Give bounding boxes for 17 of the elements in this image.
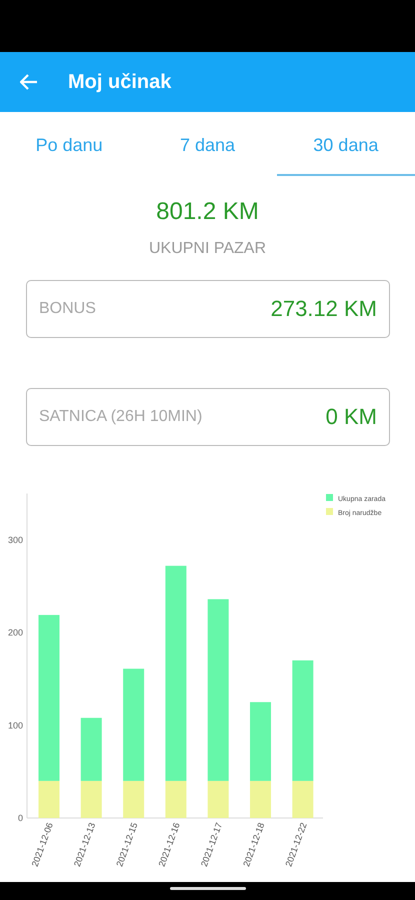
- tab[interactable]: Po danu: [0, 112, 138, 176]
- legend-swatch: [326, 494, 333, 501]
- screen-title: Moj učinak: [68, 70, 172, 94]
- y-tick-label: 200: [8, 628, 23, 638]
- card-label: BONUS: [39, 300, 96, 318]
- back-icon[interactable]: [20, 74, 38, 90]
- y-tick-label: 100: [8, 720, 23, 730]
- card-label: SATNICA (26H 10MIN): [39, 408, 202, 426]
- card-value: 0 KM: [326, 404, 377, 430]
- card-value: 273.12 KM: [270, 296, 377, 322]
- tab[interactable]: 30 dana: [276, 112, 415, 176]
- y-tick-label: 300: [8, 534, 23, 545]
- total-amount: 801.2 KM: [155, 198, 260, 226]
- y-tick-label: 0: [18, 813, 23, 823]
- legend-swatch: [326, 508, 333, 515]
- tab[interactable]: 7 dana: [138, 112, 277, 176]
- total-label: UKUPNI PAZAR: [148, 240, 268, 258]
